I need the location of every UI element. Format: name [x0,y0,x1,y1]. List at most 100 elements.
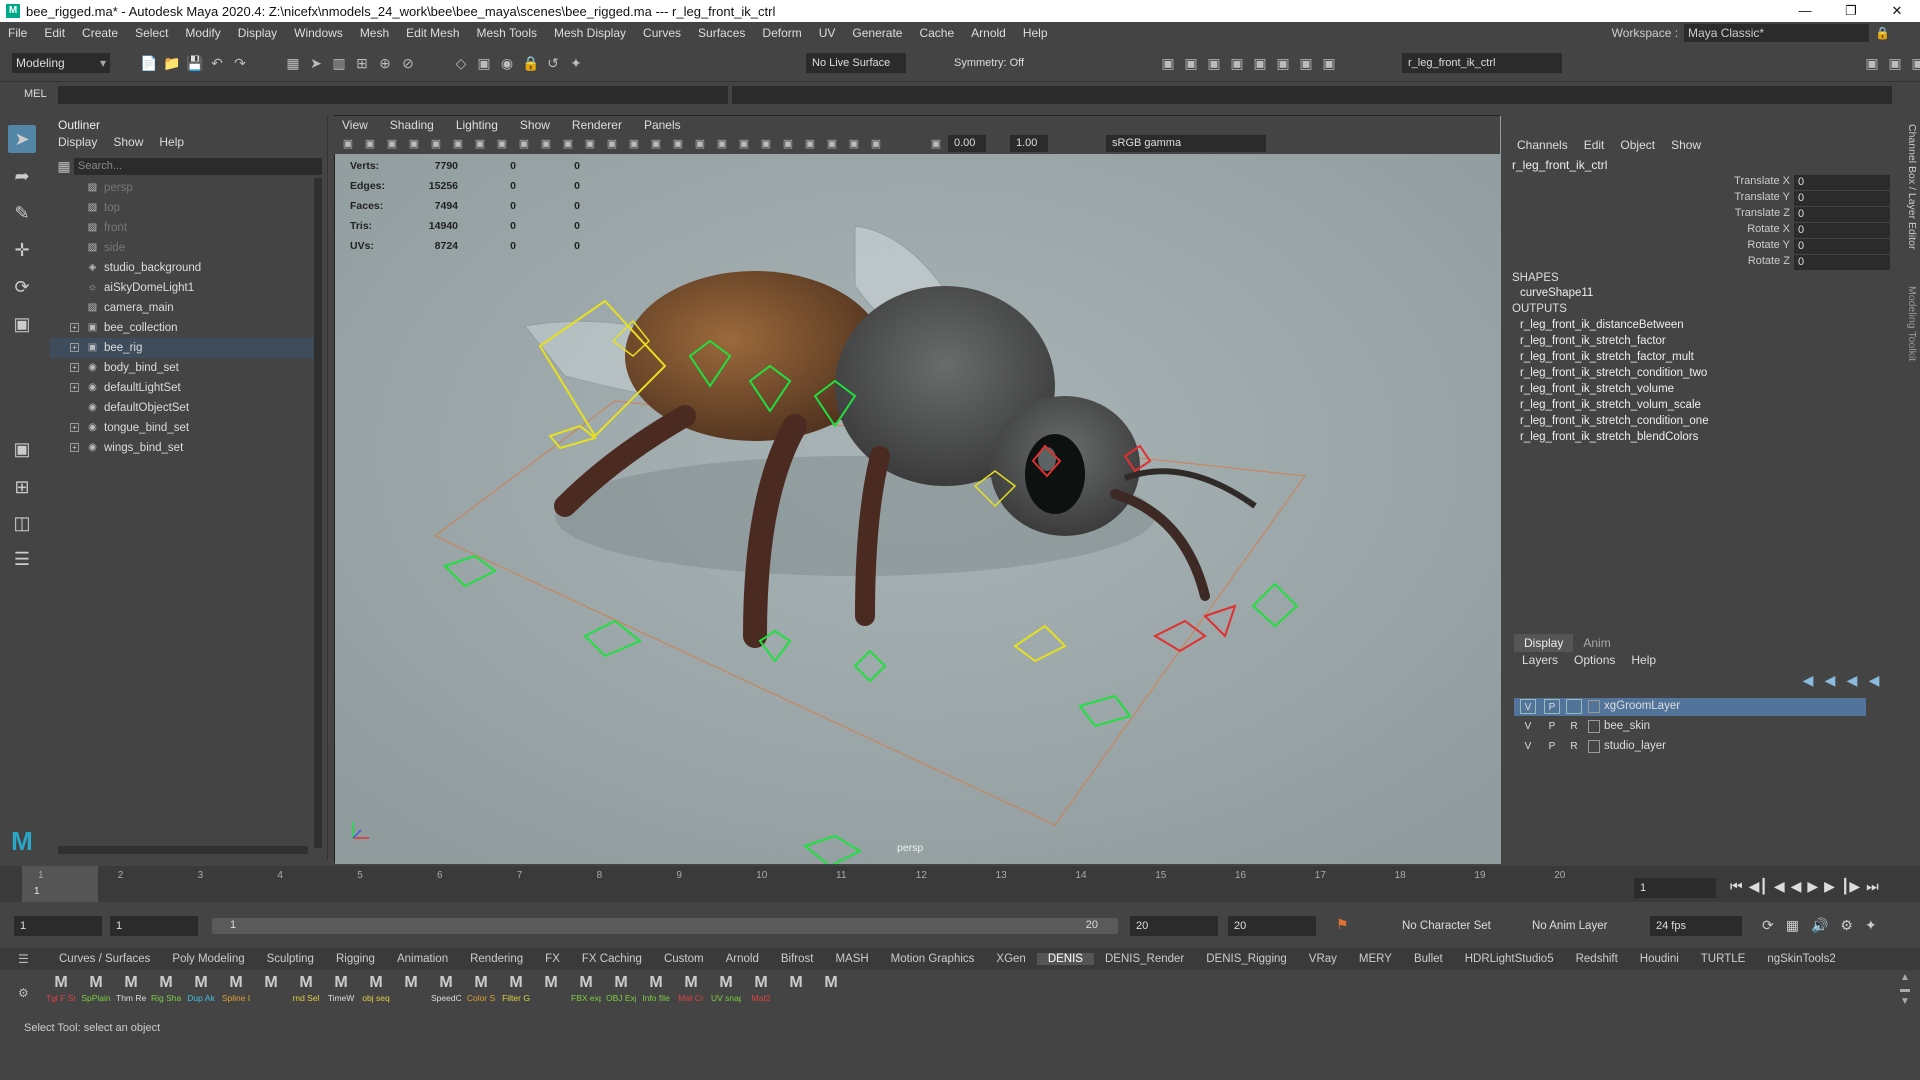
expand-icon[interactable]: + [70,323,79,332]
playback-start-field[interactable]: 1 [110,916,198,936]
command-input[interactable] [58,86,728,104]
shelf-tab-mery[interactable]: MERY [1348,953,1403,965]
layer-v-toggle[interactable]: V [1520,719,1536,734]
new-empty-layer-icon[interactable]: ◀ [1844,672,1860,688]
anim-prefs-icon[interactable]: ✦ [1865,917,1877,934]
menu-mesh-display[interactable]: Mesh Display [554,26,626,40]
safe-title-icon[interactable]: ▣ [560,136,576,152]
channel-box-icon[interactable]: ▣ [1910,55,1920,71]
outliner-item-body-bind-set[interactable]: + ◉ body_bind_set [50,358,316,378]
snap-curve-icon[interactable]: ⊕ [377,55,393,71]
outliner-item-top[interactable]: ▨ top [50,198,316,218]
scale-tool-icon[interactable]: ▣ [8,310,36,338]
shelf-button[interactable]: M Info file [641,973,671,1005]
lock-icon[interactable]: 🔒 [1875,26,1890,40]
ipr-render-icon[interactable]: ▣ [1206,55,1222,71]
object-name-field[interactable]: r_leg_front_ik_ctrl [1402,53,1562,73]
new-scene-icon[interactable]: 📄 [140,55,157,71]
menu-display[interactable]: Display [238,26,277,40]
range-slider[interactable]: 1 20 [212,918,1118,934]
depth-of-field-icon[interactable]: ▣ [780,136,796,152]
prefs-icon[interactable]: ⚙ [1840,917,1853,934]
lasso-tool-icon[interactable]: ➦ [8,162,36,190]
close-icon[interactable]: ✕ [1874,0,1920,22]
menu-set-dropdown[interactable]: Modeling ▾ [12,53,110,73]
channel-menu-show[interactable]: Show [1671,138,1701,152]
xray-icon[interactable]: ▣ [824,136,840,152]
outliner-item-camera-main[interactable]: ▨ camera_main [50,298,316,318]
shelf-button[interactable]: Mrnd Sel [291,973,321,1005]
output-node[interactable]: r_leg_front_ik_stretch_condition_one [1520,415,1709,427]
shelf-button[interactable]: Mobj seq [361,973,391,1005]
snap-view-icon[interactable]: ◇ [453,55,469,71]
outliner-menu-help[interactable]: Help [159,135,184,149]
backface-icon[interactable]: ▣ [868,136,884,152]
shelf-button[interactable]: M Mat2 [746,973,776,1005]
undo-icon[interactable]: ↶ [209,55,225,71]
go-to-start-icon[interactable]: ⏮ [1730,878,1743,895]
shelf-button[interactable]: M Filter G [501,973,531,1005]
menu-surfaces[interactable]: Surfaces [698,26,745,40]
layer-p-toggle[interactable]: P [1544,719,1560,734]
shelf-tab-custom[interactable]: Custom [653,953,715,965]
isolate-select-icon[interactable]: ▣ [802,136,818,152]
shelf-button[interactable]: M [781,973,811,1005]
menu-uv[interactable]: UV [819,26,836,40]
command-language-label[interactable]: MEL [24,88,47,100]
step-forward-icon[interactable]: ┃▶ [1841,878,1860,895]
layer-r-toggle[interactable]: R [1566,719,1582,734]
current-time-field[interactable]: 1 [1634,878,1716,898]
expand-icon[interactable]: + [70,443,79,452]
attr-value[interactable]: 0 [1794,239,1890,254]
move-layer-up-icon[interactable]: ◀ [1800,672,1816,688]
outliner-menu-show[interactable]: Show [113,135,143,149]
menu-mesh-tools[interactable]: Mesh Tools [477,26,537,40]
prev-key-icon[interactable]: ◀ [1774,878,1785,895]
four-pane-layout-icon[interactable]: ⊞ [8,473,36,501]
layer-row-bee-skin[interactable]: V P Rbee_skin [1514,718,1866,736]
make-live-icon[interactable]: ◉ [499,55,515,71]
select-component-icon[interactable]: ▥ [331,55,347,71]
single-pane-layout-icon[interactable]: ▣ [8,435,36,463]
shelf-tab-ngskintools2[interactable]: ngSkinTools2 [1756,953,1846,965]
outliner-item-side[interactable]: ▨ side [50,238,316,258]
shelf-settings-icon[interactable]: ⚙ [18,986,29,1000]
attribute-editor-icon[interactable]: ▣ [1864,55,1880,71]
shelf-button[interactable]: M UV snap [711,973,741,1005]
shelf-tab-animation[interactable]: Animation [386,953,459,965]
camera-attributes-icon[interactable]: ▣ [362,136,378,152]
tool-settings-icon[interactable]: ▣ [1887,55,1903,71]
menu-generate[interactable]: Generate [852,26,902,40]
outliner-item-tongue-bind-set[interactable]: + ◉ tongue_bind_set [50,418,316,438]
attr-rotate-y[interactable]: Rotate Y 0 [1690,239,1900,255]
construction-history-icon[interactable]: ↺ [545,55,561,71]
paint-select-tool-icon[interactable]: ✎ [8,199,36,227]
shelf-button[interactable]: M Spline I [221,973,251,1005]
snap-point-icon[interactable]: ⊘ [400,55,416,71]
shelf-tab-rigging[interactable]: Rigging [325,953,386,965]
two-pane-layout-icon[interactable]: ◫ [8,509,36,537]
resolution-gate-icon[interactable]: ▣ [472,136,488,152]
viewport-menu-shading[interactable]: Shading [390,118,434,132]
shelf-button[interactable]: M OBJ Exp [606,973,636,1005]
modeling-toolkit-side-tab[interactable]: Modeling Toolkit [1906,286,1918,361]
exposure-icon[interactable]: ▣ [928,136,944,152]
color-space-dropdown[interactable]: sRGB gamma [1106,135,1266,152]
layer-r-toggle[interactable]: R [1566,739,1582,754]
animation-end-field[interactable]: 20 [1228,916,1316,936]
menu-edit[interactable]: Edit [44,26,65,40]
field-chart-icon[interactable]: ▣ [516,136,532,152]
shelf-button[interactable]: M FBX exp [571,973,601,1005]
outliner-vertical-scrollbar[interactable] [314,178,322,848]
shelf-tab-poly-modeling[interactable]: Poly Modeling [161,953,255,965]
attr-value[interactable]: 0 [1794,191,1890,206]
shelf-tab-hdrlightstudio5[interactable]: HDRLightStudio5 [1454,953,1565,965]
layer-tab-display[interactable]: Display [1514,634,1574,652]
shelf-button[interactable]: M Dup Ak [186,973,216,1005]
select-camera-icon[interactable]: ▣ [340,136,356,152]
channel-menu-object[interactable]: Object [1620,138,1655,152]
anim-layer-dropdown[interactable]: No Anim Layer [1532,920,1607,932]
safe-action-icon[interactable]: ▣ [538,136,554,152]
animation-start-field[interactable]: 1 [14,916,102,936]
outliner-layout-icon[interactable]: ☰ [8,545,36,573]
